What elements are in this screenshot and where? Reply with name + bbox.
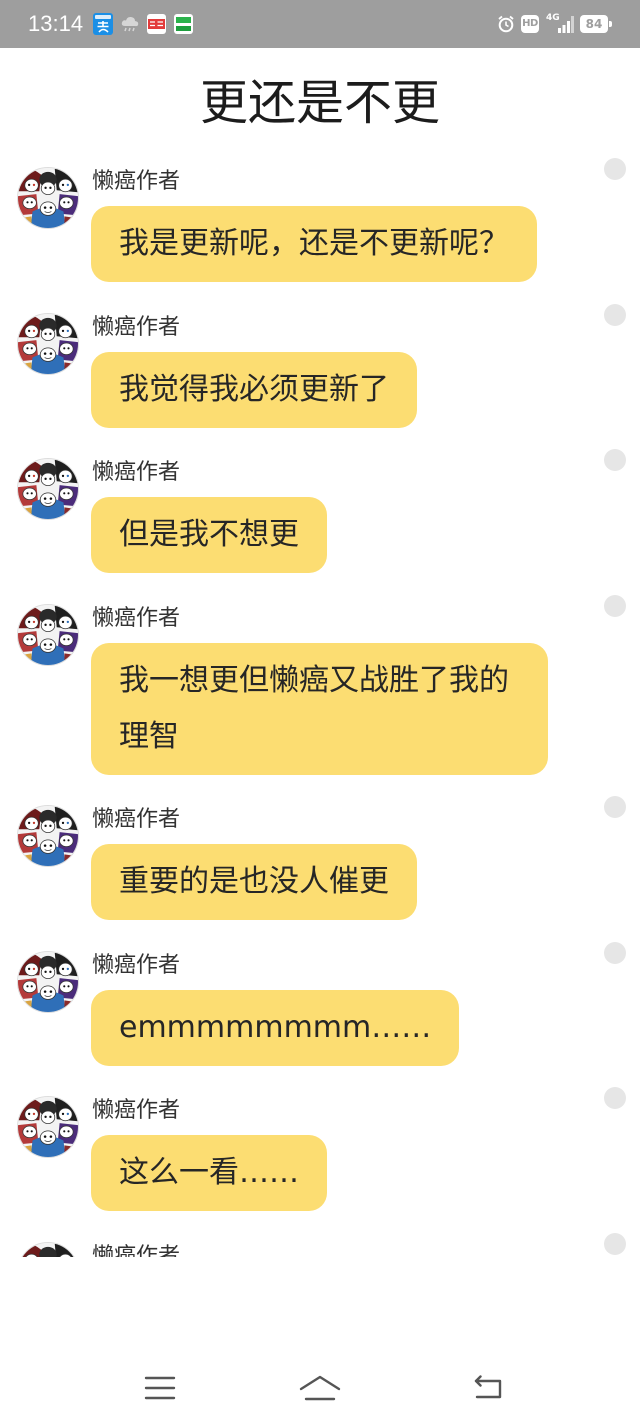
home-button[interactable]	[290, 1360, 350, 1416]
hd-icon: HD	[521, 15, 539, 33]
message-author: 懒癌作者	[92, 460, 181, 485]
home-icon[interactable]	[298, 1373, 342, 1403]
avatar	[17, 312, 79, 375]
message-select-dot[interactable]	[604, 796, 626, 818]
chat-message: 懒癌作者 我一想更但懒癌又战胜了我的理智	[0, 594, 640, 775]
message-select-dot[interactable]	[604, 303, 626, 326]
network-type-label: 4G	[546, 13, 560, 23]
alarm-icon	[497, 15, 515, 33]
avatar	[17, 167, 79, 229]
green-app-icon	[174, 14, 193, 34]
avatar	[17, 1241, 79, 1257]
menu-icon[interactable]	[144, 1376, 176, 1400]
avatar	[17, 950, 79, 1013]
message-author: 懒癌作者	[92, 169, 181, 194]
message-bubble: 这么一看……	[91, 1135, 327, 1211]
back-button[interactable]	[457, 1360, 519, 1416]
avatar	[17, 458, 79, 520]
chat-message: 懒癌作者	[0, 1232, 640, 1258]
avatar	[17, 805, 79, 867]
message-bubble: 我一想更但懒癌又战胜了我的理智	[91, 642, 548, 775]
message-bubble: 重要的是也没人催更	[91, 844, 417, 920]
message-bubble: 我是更新呢，还是不更新呢？	[91, 206, 537, 282]
avatar	[17, 1096, 79, 1158]
alipay-icon	[93, 13, 113, 35]
page-header: 更还是不更	[0, 48, 640, 158]
cloud-rain-icon	[120, 14, 140, 34]
avatar	[17, 603, 79, 666]
signal-4g-icon: 4G	[546, 13, 574, 35]
message-select-dot[interactable]	[604, 158, 626, 180]
chat-message: 懒癌作者 这么一看……	[0, 1087, 640, 1211]
menu-button[interactable]	[130, 1360, 190, 1416]
toutiao-icon	[147, 14, 166, 34]
battery-icon: 84	[580, 15, 608, 33]
message-author: 懒癌作者	[92, 314, 181, 340]
message-author: 懒癌作者	[92, 1243, 181, 1258]
message-author: 懒癌作者	[92, 807, 181, 832]
page-title: 更还是不更	[199, 75, 440, 131]
message-select-dot[interactable]	[604, 1232, 626, 1255]
message-bubble: 但是我不想更	[91, 497, 327, 573]
chat-message-list[interactable]: 懒癌作者 我是更新呢，还是不更新呢？ 懒癌作者 我觉得我必须更新了 懒癌作者 但…	[0, 150, 640, 1257]
battery-nub	[609, 21, 612, 27]
message-select-dot[interactable]	[604, 449, 626, 471]
message-bubble: emmmmmmmm……	[91, 989, 460, 1066]
navigation-bar	[0, 1360, 640, 1416]
message-select-dot[interactable]	[604, 1087, 626, 1109]
chat-message: 懒癌作者 我是更新呢，还是不更新呢？	[0, 158, 640, 282]
status-bar: 13:14 HD 4G 84	[0, 0, 640, 48]
message-bubble: 我觉得我必须更新了	[91, 351, 417, 428]
chat-message: 懒癌作者 我觉得我必须更新了	[0, 303, 640, 428]
chat-message: 懒癌作者 emmmmmmmm……	[0, 941, 640, 1066]
back-icon[interactable]	[471, 1375, 505, 1401]
chat-message: 懒癌作者 但是我不想更	[0, 449, 640, 573]
message-author: 懒癌作者	[92, 605, 181, 631]
message-select-dot[interactable]	[604, 594, 626, 617]
status-time: 13:14	[28, 11, 84, 36]
message-select-dot[interactable]	[604, 941, 626, 964]
chat-message: 懒癌作者 重要的是也没人催更	[0, 796, 640, 920]
message-author: 懒癌作者	[92, 952, 181, 978]
message-author: 懒癌作者	[92, 1098, 181, 1123]
